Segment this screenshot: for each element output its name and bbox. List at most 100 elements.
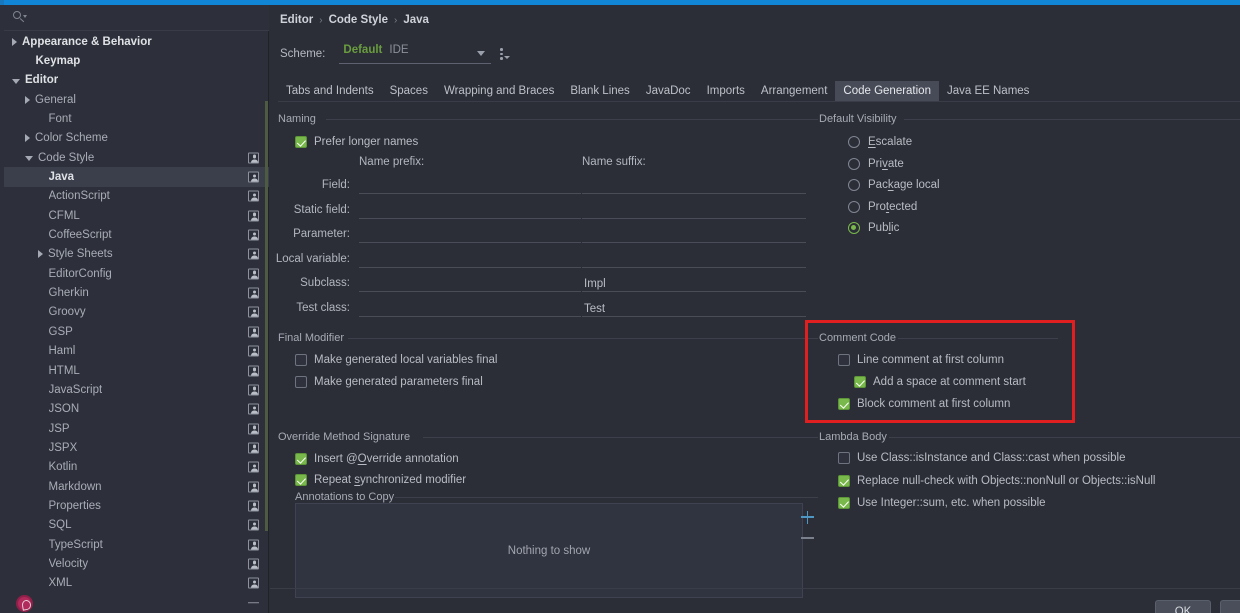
chevron-right-icon[interactable] xyxy=(12,38,17,46)
sidebar-item-json[interactable]: JSON xyxy=(4,400,269,419)
sidebar-item-haml[interactable]: Haml xyxy=(4,342,269,361)
sidebar-item-javascript[interactable]: JavaScript xyxy=(4,380,269,399)
visibility-radio-public[interactable]: Public xyxy=(848,222,899,234)
checkbox-label: Use Class::isInstance and Class::cast wh… xyxy=(857,452,1125,464)
sidebar-item-color-scheme[interactable]: Color Scheme xyxy=(4,129,269,148)
chevron-right-icon[interactable] xyxy=(38,250,43,258)
naming-prefix-input[interactable] xyxy=(359,274,581,292)
group-divider xyxy=(889,437,1240,438)
sidebar-item-coffeescript[interactable]: CoffeeScript xyxy=(4,225,269,244)
sidebar-item-gherkin[interactable]: Gherkin xyxy=(4,283,269,302)
override-option[interactable]: Repeat synchronized modifier xyxy=(295,474,466,486)
settings-tree[interactable]: Appearance & BehaviorKeymapEditor General… xyxy=(4,32,269,613)
app-status-icon[interactable] xyxy=(16,595,33,612)
prefer-longer-names-checkbox[interactable]: Prefer longer names xyxy=(295,136,418,148)
chevron-right-icon[interactable] xyxy=(25,96,30,104)
chevron-down-icon[interactable] xyxy=(12,79,20,84)
user-scheme-icon xyxy=(248,404,259,415)
naming-suffix-input[interactable] xyxy=(582,250,806,268)
sidebar-item-gsp[interactable]: GSP xyxy=(4,322,269,341)
sidebar-item-sql[interactable]: SQL xyxy=(4,516,269,535)
visibility-radio-package-local[interactable]: Package local xyxy=(848,179,940,191)
comment-code-option[interactable]: Block comment at first column xyxy=(838,398,1010,410)
visibility-radio-protected[interactable]: Protected xyxy=(848,201,917,213)
tab-wrapping-and-braces[interactable]: Wrapping and Braces xyxy=(436,81,562,101)
lambda-body-option[interactable]: Replace null-check with Objects::nonNull… xyxy=(838,475,1155,487)
breadcrumb-item[interactable]: Editor xyxy=(280,14,313,26)
ok-button[interactable]: OK xyxy=(1155,600,1211,613)
sidebar-item-xml[interactable]: XML xyxy=(4,574,269,593)
sidebar-item-appearance-behavior[interactable]: Appearance & Behavior xyxy=(4,32,269,51)
tab-tabs-and-indents[interactable]: Tabs and Indents xyxy=(278,81,382,101)
code-style-tabs[interactable]: Tabs and IndentsSpacesWrapping and Brace… xyxy=(278,81,1240,102)
sidebar-item-typescript[interactable]: TypeScript xyxy=(4,535,269,554)
naming-suffix-input[interactable] xyxy=(582,201,806,219)
comment-code-option[interactable]: Add a space at comment start xyxy=(854,376,1026,388)
cancel-button[interactable]: C xyxy=(1220,600,1240,613)
breadcrumb-item[interactable]: Code Style xyxy=(329,14,388,26)
scheme-combobox[interactable]: Default IDE xyxy=(339,44,491,64)
group-divider xyxy=(898,338,1058,339)
sidebar-item-actionscript[interactable]: ActionScript xyxy=(4,187,269,206)
radio-label: Escalate xyxy=(868,136,912,148)
naming-prefix-input[interactable] xyxy=(359,225,581,243)
visibility-radio-private[interactable]: Private xyxy=(848,158,904,170)
group-divider xyxy=(326,119,818,120)
tab-java-ee-names[interactable]: Java EE Names xyxy=(939,81,1037,101)
annotations-list[interactable]: Nothing to show xyxy=(295,503,803,598)
sidebar-item-blank[interactable] xyxy=(4,593,269,612)
final-modifier-option[interactable]: Make generated local variables final xyxy=(295,354,497,366)
sidebar-item-style-sheets[interactable]: Style Sheets xyxy=(4,245,269,264)
sidebar-item-cfml[interactable]: CFML xyxy=(4,206,269,225)
chevron-right-icon[interactable] xyxy=(25,134,30,142)
tree-spacer xyxy=(38,289,44,297)
remove-annotation-button[interactable] xyxy=(801,531,815,545)
sidebar-item-keymap[interactable]: Keymap xyxy=(4,51,269,70)
tab-arrangement[interactable]: Arrangement xyxy=(753,81,835,101)
tab-blank-lines[interactable]: Blank Lines xyxy=(562,81,637,101)
tree-spacer xyxy=(38,367,44,375)
kebab-menu-icon[interactable] xyxy=(495,47,511,63)
naming-suffix-input[interactable] xyxy=(582,176,806,194)
tab-spaces[interactable]: Spaces xyxy=(382,81,436,101)
comment-code-option[interactable]: Line comment at first column xyxy=(838,354,1004,366)
user-scheme-icon xyxy=(248,384,259,395)
sidebar-item-markdown[interactable]: Markdown xyxy=(4,477,269,496)
sidebar-item-font[interactable]: Font xyxy=(4,109,269,128)
breadcrumb-item[interactable]: Java xyxy=(403,14,429,26)
sidebar-item-editor[interactable]: Editor xyxy=(4,71,269,90)
sidebar-item-label: Groovy xyxy=(49,306,86,318)
sidebar-item-label: General xyxy=(35,94,76,106)
naming-suffix-input[interactable] xyxy=(582,225,806,243)
chevron-down-icon[interactable] xyxy=(25,156,33,161)
search-box[interactable] xyxy=(4,5,269,31)
tab-code-generation[interactable]: Code Generation xyxy=(835,81,939,101)
sidebar-item-jsp[interactable]: JSP xyxy=(4,419,269,438)
naming-prefix-input[interactable] xyxy=(359,176,581,194)
add-annotation-button[interactable] xyxy=(801,510,815,524)
sidebar-item-groovy[interactable]: Groovy xyxy=(4,303,269,322)
sidebar-item-java[interactable]: Java xyxy=(4,167,269,186)
naming-prefix-input[interactable] xyxy=(359,299,581,317)
visibility-radio-escalate[interactable]: Escalate xyxy=(848,136,912,148)
naming-prefix-input[interactable] xyxy=(359,250,581,268)
override-option[interactable]: Insert @Override annotation xyxy=(295,453,459,465)
naming-suffix-input[interactable]: Test xyxy=(582,299,806,317)
sidebar-item-velocity[interactable]: Velocity xyxy=(4,554,269,573)
tab-javadoc[interactable]: JavaDoc xyxy=(638,81,699,101)
naming-suffix-input[interactable]: Impl xyxy=(582,274,806,292)
user-scheme-icon xyxy=(248,172,259,183)
sidebar-item-jspx[interactable]: JSPX xyxy=(4,438,269,457)
lambda-body-option[interactable]: Use Class::isInstance and Class::cast wh… xyxy=(838,452,1125,464)
sidebar-scrollbar[interactable] xyxy=(265,101,268,531)
final-modifier-option[interactable]: Make generated parameters final xyxy=(295,376,483,388)
lambda-body-option[interactable]: Use Integer::sum, etc. when possible xyxy=(838,497,1046,509)
naming-prefix-input[interactable] xyxy=(359,201,581,219)
sidebar-item-editorconfig[interactable]: EditorConfig xyxy=(4,264,269,283)
sidebar-item-general[interactable]: General xyxy=(4,90,269,109)
sidebar-item-code-style[interactable]: Code Style xyxy=(4,148,269,167)
sidebar-item-properties[interactable]: Properties xyxy=(4,496,269,515)
tab-imports[interactable]: Imports xyxy=(699,81,753,101)
sidebar-item-html[interactable]: HTML xyxy=(4,361,269,380)
sidebar-item-kotlin[interactable]: Kotlin xyxy=(4,458,269,477)
